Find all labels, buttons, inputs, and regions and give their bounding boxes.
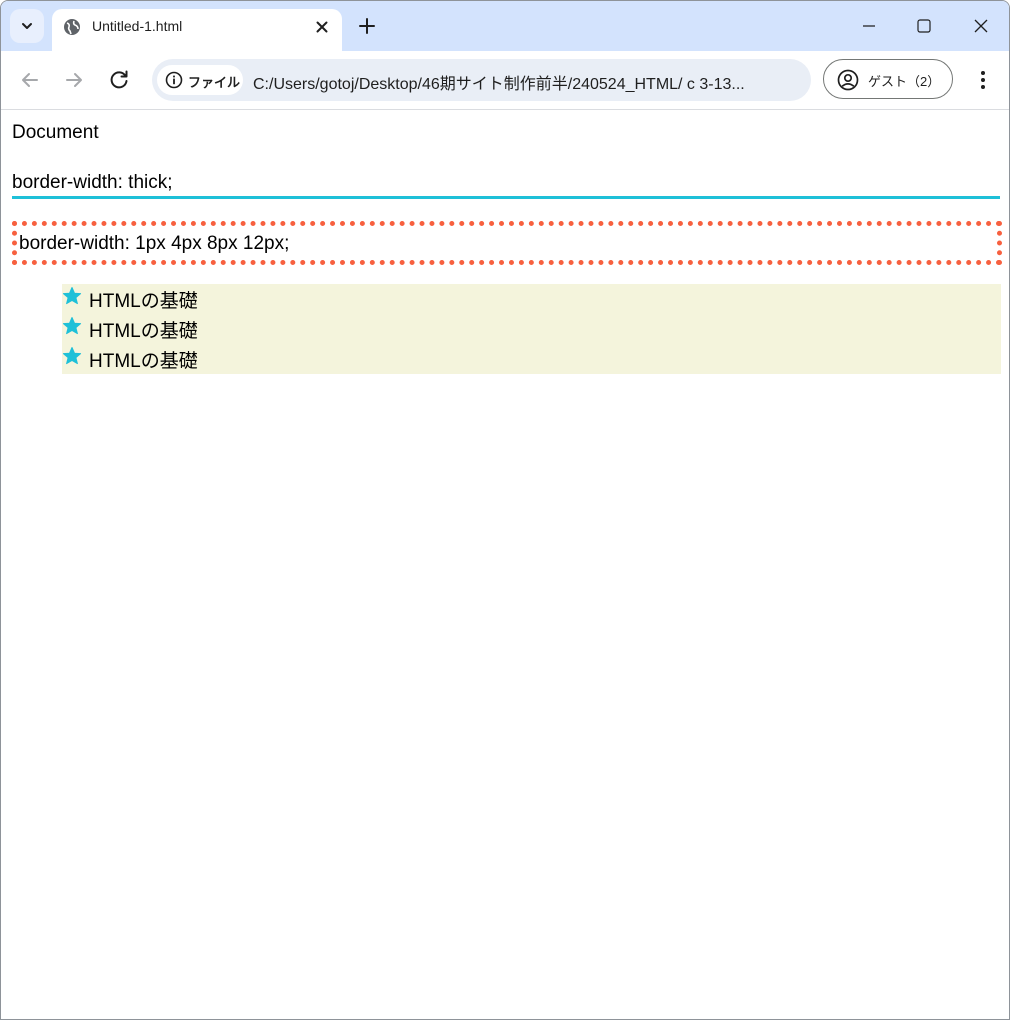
tab-active[interactable]: Untitled-1.html — [52, 9, 342, 51]
star-icon — [62, 317, 82, 335]
dotted-border-box: border-width: 1px 4px 8px 12px; — [12, 221, 1002, 265]
toolbar: ファイル C:/Users/gotoj/Desktop/46期サイト制作前半/2… — [1, 51, 1009, 110]
more-vertical-icon[interactable] — [971, 68, 995, 92]
list-item: HTMLの基礎 — [62, 314, 1001, 344]
site-info-label: ファイル — [188, 75, 241, 90]
list-item-label: HTMLの基礎 — [89, 291, 198, 312]
list-item-label: HTMLの基礎 — [89, 321, 198, 342]
profile-button[interactable]: ゲスト（2） — [823, 59, 953, 99]
list-item: HTMLの基礎 — [62, 344, 1001, 374]
chevron-down-icon — [22, 23, 32, 29]
tab-title: Untitled-1.html — [92, 18, 183, 34]
page-title: Document — [12, 122, 99, 143]
forward-arrow-icon[interactable] — [62, 68, 86, 92]
star-icon — [62, 347, 82, 365]
star-list: HTMLの基礎 HTMLの基礎 HTMLの基礎 — [62, 284, 1001, 374]
site-info-chip[interactable]: ファイル — [157, 65, 243, 95]
thick-border-box: border-width: thick; — [12, 168, 1000, 199]
info-icon — [165, 71, 183, 89]
url-text[interactable]: C:/Users/gotoj/Desktop/46期サイト制作前半/240524… — [253, 70, 793, 94]
tab-strip: Untitled-1.html — [1, 1, 1009, 51]
minimize-icon[interactable] — [846, 11, 892, 41]
window-close-icon[interactable] — [958, 11, 1004, 41]
reload-icon[interactable] — [107, 68, 131, 92]
globe-icon — [64, 19, 80, 35]
close-tab-icon[interactable] — [313, 18, 331, 36]
account-circle-icon — [837, 69, 859, 91]
dotted-border-text: border-width: 1px 4px 8px 12px; — [19, 233, 290, 254]
page-content: Document border-width: thick; border-wid… — [1, 110, 1009, 1019]
profile-label: ゲスト（2） — [868, 74, 941, 89]
back-arrow-icon[interactable] — [18, 68, 42, 92]
browser-window: Untitled-1.html ファイル C:/Users/gotoj/Desk… — [0, 0, 1010, 1020]
address-bar[interactable]: ファイル C:/Users/gotoj/Desktop/46期サイト制作前半/2… — [152, 59, 811, 101]
tab-search-button[interactable] — [10, 9, 44, 43]
list-item-label: HTMLの基礎 — [89, 351, 198, 372]
thick-border-text: border-width: thick; — [12, 172, 173, 193]
list-item: HTMLの基礎 — [62, 284, 1001, 314]
maximize-icon[interactable] — [901, 11, 947, 41]
new-tab-plus-icon[interactable] — [357, 16, 377, 36]
star-icon — [62, 287, 82, 305]
